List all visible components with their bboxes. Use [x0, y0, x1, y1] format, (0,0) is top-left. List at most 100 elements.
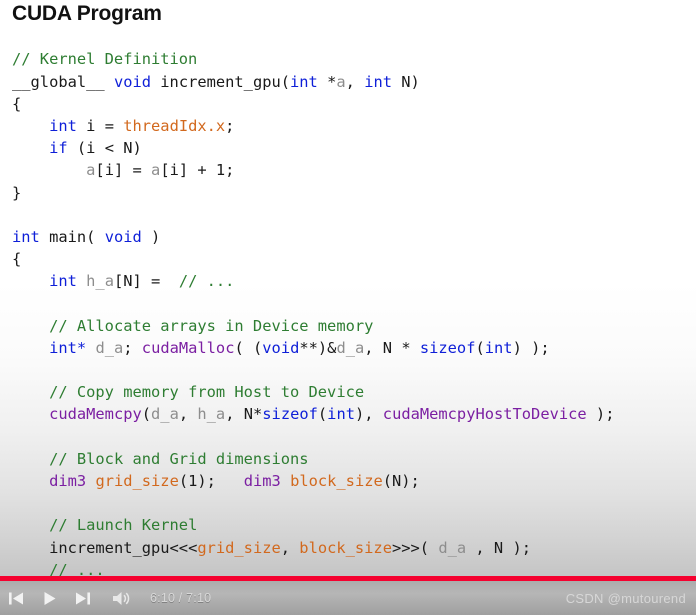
presentation-slide: CUDA Program // Kernel Definition __globa…: [0, 0, 696, 615]
code-token: [i] =: [95, 161, 152, 180]
code-token: d_a: [151, 405, 179, 424]
code-token: d_a: [336, 338, 365, 357]
code-token: cudaMemcpy: [49, 405, 142, 424]
code-line: // Copy memory from Host to Device: [12, 381, 696, 403]
code-token: i =: [86, 116, 124, 135]
csdn-watermark: CSDN @mutourend: [565, 591, 686, 606]
play-button[interactable]: [33, 581, 66, 615]
code-token: if: [49, 139, 77, 158]
code-token: void: [262, 338, 300, 357]
code-token: ,: [345, 72, 365, 91]
code-token: threadIdx.x: [123, 116, 226, 135]
volume-icon: [112, 590, 131, 607]
code-line: // Block and Grid dimensions: [12, 448, 696, 470]
code-token: a: [336, 72, 346, 91]
code-token: , N );: [466, 538, 531, 557]
code-token: ,: [280, 538, 300, 557]
code-token: __global__: [12, 72, 114, 91]
code-token: N): [401, 72, 420, 91]
code-token: h_a: [197, 405, 226, 424]
code-line: {: [12, 248, 696, 270]
code-token: grid_size: [197, 538, 281, 557]
code-line: // Launch Kernel: [12, 514, 696, 536]
code-token: }: [12, 183, 22, 202]
code-token: ,: [178, 405, 198, 424]
code-token: // Launch Kernel: [49, 516, 198, 535]
code-token: block_size: [290, 471, 383, 490]
code-token: (i < N): [76, 139, 142, 158]
code-token: // Kernel Definition: [12, 50, 198, 69]
code-line: }: [12, 182, 696, 204]
code-token: int: [364, 72, 402, 91]
code-token: (N);: [382, 471, 420, 490]
code-line: // Allocate arrays in Device memory: [12, 315, 696, 337]
code-line: increment_gpu<<<grid_size, block_size>>>…: [12, 537, 696, 559]
code-token: int*: [49, 338, 87, 357]
code-token: (: [141, 405, 152, 424]
code-token: void: [113, 72, 161, 91]
volume-button[interactable]: [105, 581, 138, 615]
code-token: **)&: [299, 338, 337, 357]
code-token: d_a: [95, 338, 124, 357]
code-line: int* d_a; cudaMalloc( (void**)&d_a, N * …: [12, 337, 696, 359]
code-token: increment_gpu(: [160, 72, 291, 91]
code-token: cudaMalloc: [141, 338, 235, 357]
code-token: a: [151, 161, 161, 180]
code-token: int: [49, 116, 87, 135]
code-token: ),: [354, 405, 383, 424]
code-token: h_a: [86, 272, 114, 291]
code-token: // ...: [178, 272, 235, 291]
code-token: int: [12, 227, 50, 246]
code-line: cudaMemcpy(d_a, h_a, N*sizeof(int), cuda…: [12, 403, 696, 425]
code-token: ): [141, 227, 161, 246]
code-token: block_size: [299, 538, 392, 557]
code-line: int i = threadIdx.x;: [12, 115, 696, 137]
code-token: increment_gpu<<<: [49, 538, 198, 557]
code-token: *: [327, 72, 337, 91]
time-display: 6:10 / 7:10: [150, 591, 212, 605]
code-token: d_a: [438, 538, 467, 557]
code-token: // Copy memory from Host to Device: [49, 383, 365, 402]
previous-track-button[interactable]: [0, 581, 33, 615]
code-token: main(: [49, 227, 105, 246]
code-token: cudaMemcpyHostToDevice: [382, 405, 587, 424]
play-icon: [41, 590, 58, 607]
code-token: int: [327, 405, 355, 424]
code-token: );: [586, 405, 615, 424]
code-token: grid_size: [95, 471, 179, 490]
code-token: // Allocate arrays in Device memory: [49, 316, 374, 335]
code-token: int: [484, 338, 513, 357]
code-token: sizeof: [262, 405, 318, 424]
code-line: dim3 grid_size(1); dim3 block_size(N);: [12, 470, 696, 492]
code-token: (1);: [178, 471, 244, 490]
code-token: (: [317, 405, 328, 424]
code-token: [i] + 1;: [160, 161, 235, 180]
code-line: int main( void ): [12, 226, 696, 248]
code-token: dim3: [243, 471, 281, 490]
code-token: , N*: [225, 405, 263, 424]
code-token: , N *: [364, 338, 420, 357]
code-line: if (i < N): [12, 137, 696, 159]
code-line: {: [12, 93, 696, 115]
code-line: __global__ void increment_gpu(int *a, in…: [12, 71, 696, 93]
code-token: ;: [123, 338, 142, 357]
code-line: // Kernel Definition: [12, 48, 696, 70]
next-track-button[interactable]: [66, 581, 99, 615]
code-line: a[i] = a[i] + 1;: [12, 159, 696, 181]
code-token: ) );: [512, 338, 550, 357]
